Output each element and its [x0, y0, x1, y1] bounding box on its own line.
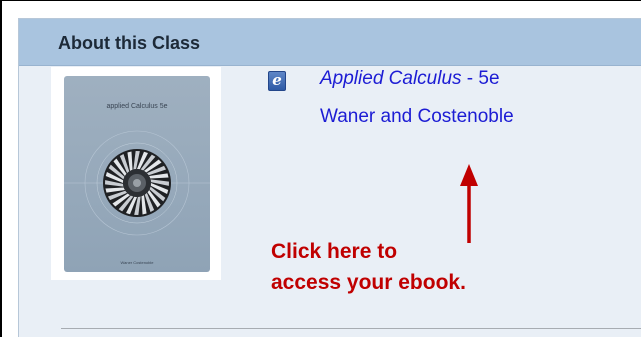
callout-line-1: Click here to [271, 240, 398, 263]
screenshot: About this Class applied Calculus 5e Wan… [0, 0, 641, 337]
cover-title-text: applied Calculus 5e [106, 103, 168, 110]
book-edition: - 5e [461, 68, 500, 89]
panel-header: About this Class [19, 19, 641, 66]
book-authors-link[interactable]: Waner and Costenoble [320, 106, 514, 128]
book-title: Applied Calculus [320, 68, 462, 89]
ebook-icon[interactable]: e [268, 71, 286, 91]
ebook-callout-text: Click here to access your ebook. [271, 236, 466, 298]
cover-author-text: Waner Costenoble [120, 260, 154, 265]
panel-divider [61, 328, 641, 329]
callout-line-2: access your ebook. [271, 271, 466, 294]
book-cover-image: applied Calculus 5e Waner Costenoble [64, 76, 210, 272]
book-cover-link[interactable]: applied Calculus 5e Waner Costenoble [51, 67, 221, 280]
panel-title: About this Class [58, 33, 201, 53]
book-title-link[interactable]: Applied Calculus - 5e [320, 68, 500, 90]
frame-border-left [0, 0, 2, 337]
frame-border-top [0, 0, 641, 1]
